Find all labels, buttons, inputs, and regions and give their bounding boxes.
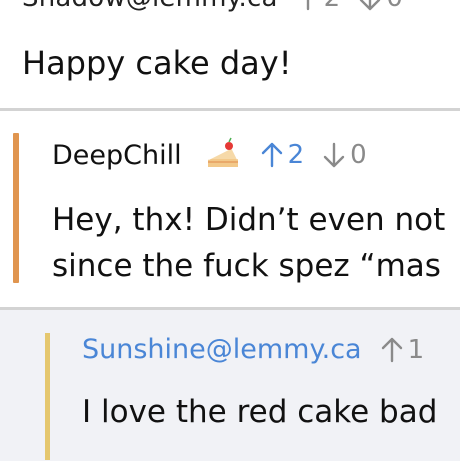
comment-author[interactable]: Shadow@lemmy.ca xyxy=(22,0,278,13)
upvote-count: 2 xyxy=(324,0,341,13)
downvote-count: 0 xyxy=(350,140,367,170)
upvote-button[interactable]: 2 xyxy=(296,0,341,13)
arrow-down-icon xyxy=(360,0,381,11)
comment-body: I love the red cake bad xyxy=(82,394,438,430)
thread-depth-bar xyxy=(45,333,50,460)
arrow-up-icon xyxy=(306,0,309,11)
comment-body-line: since the fuck spez “mas xyxy=(52,248,441,284)
upvote-button[interactable]: 2 xyxy=(260,140,305,170)
upvote-count: 1 xyxy=(407,334,425,365)
arrow-down-icon xyxy=(323,142,345,168)
comment-shadow: Shadow@lemmy.ca 2 0 Happy cake day! xyxy=(0,0,460,110)
comment-body-line: Hey, thx! Didn’t even not xyxy=(52,202,446,238)
comment-header: Shadow@lemmy.ca 2 0 xyxy=(22,0,403,13)
cake-day-icon xyxy=(207,137,239,167)
comment-author[interactable]: DeepChill xyxy=(52,140,182,171)
downvote-button[interactable]: 0 xyxy=(322,140,367,170)
upvote-button[interactable]: 1 xyxy=(380,334,425,365)
downvote-count: 0 xyxy=(386,0,403,13)
comment-header: Sunshine@lemmy.ca 1 xyxy=(82,334,424,365)
comment-sunshine: Sunshine@lemmy.ca 1 I love the red cake … xyxy=(0,310,460,461)
comment-body: Happy cake day! xyxy=(22,44,292,82)
comment-body: Hey, thx! Didn’t even not since the fuck… xyxy=(52,197,460,289)
downvote-button[interactable]: 0 xyxy=(358,0,403,13)
thread-depth-bar xyxy=(13,133,19,283)
upvote-count: 2 xyxy=(287,140,305,170)
comment-thread: Shadow@lemmy.ca 2 0 Happy cake day! Deep… xyxy=(0,0,460,461)
arrow-up-icon xyxy=(381,337,402,362)
comment-author[interactable]: Sunshine@lemmy.ca xyxy=(82,334,362,365)
arrow-up-icon xyxy=(261,142,282,168)
comment-header: DeepChill 2 0 xyxy=(52,137,367,173)
comment-deepchill: DeepChill 2 0 Hey, thx! Didn’t even not … xyxy=(0,113,460,308)
comment-divider xyxy=(0,108,460,111)
